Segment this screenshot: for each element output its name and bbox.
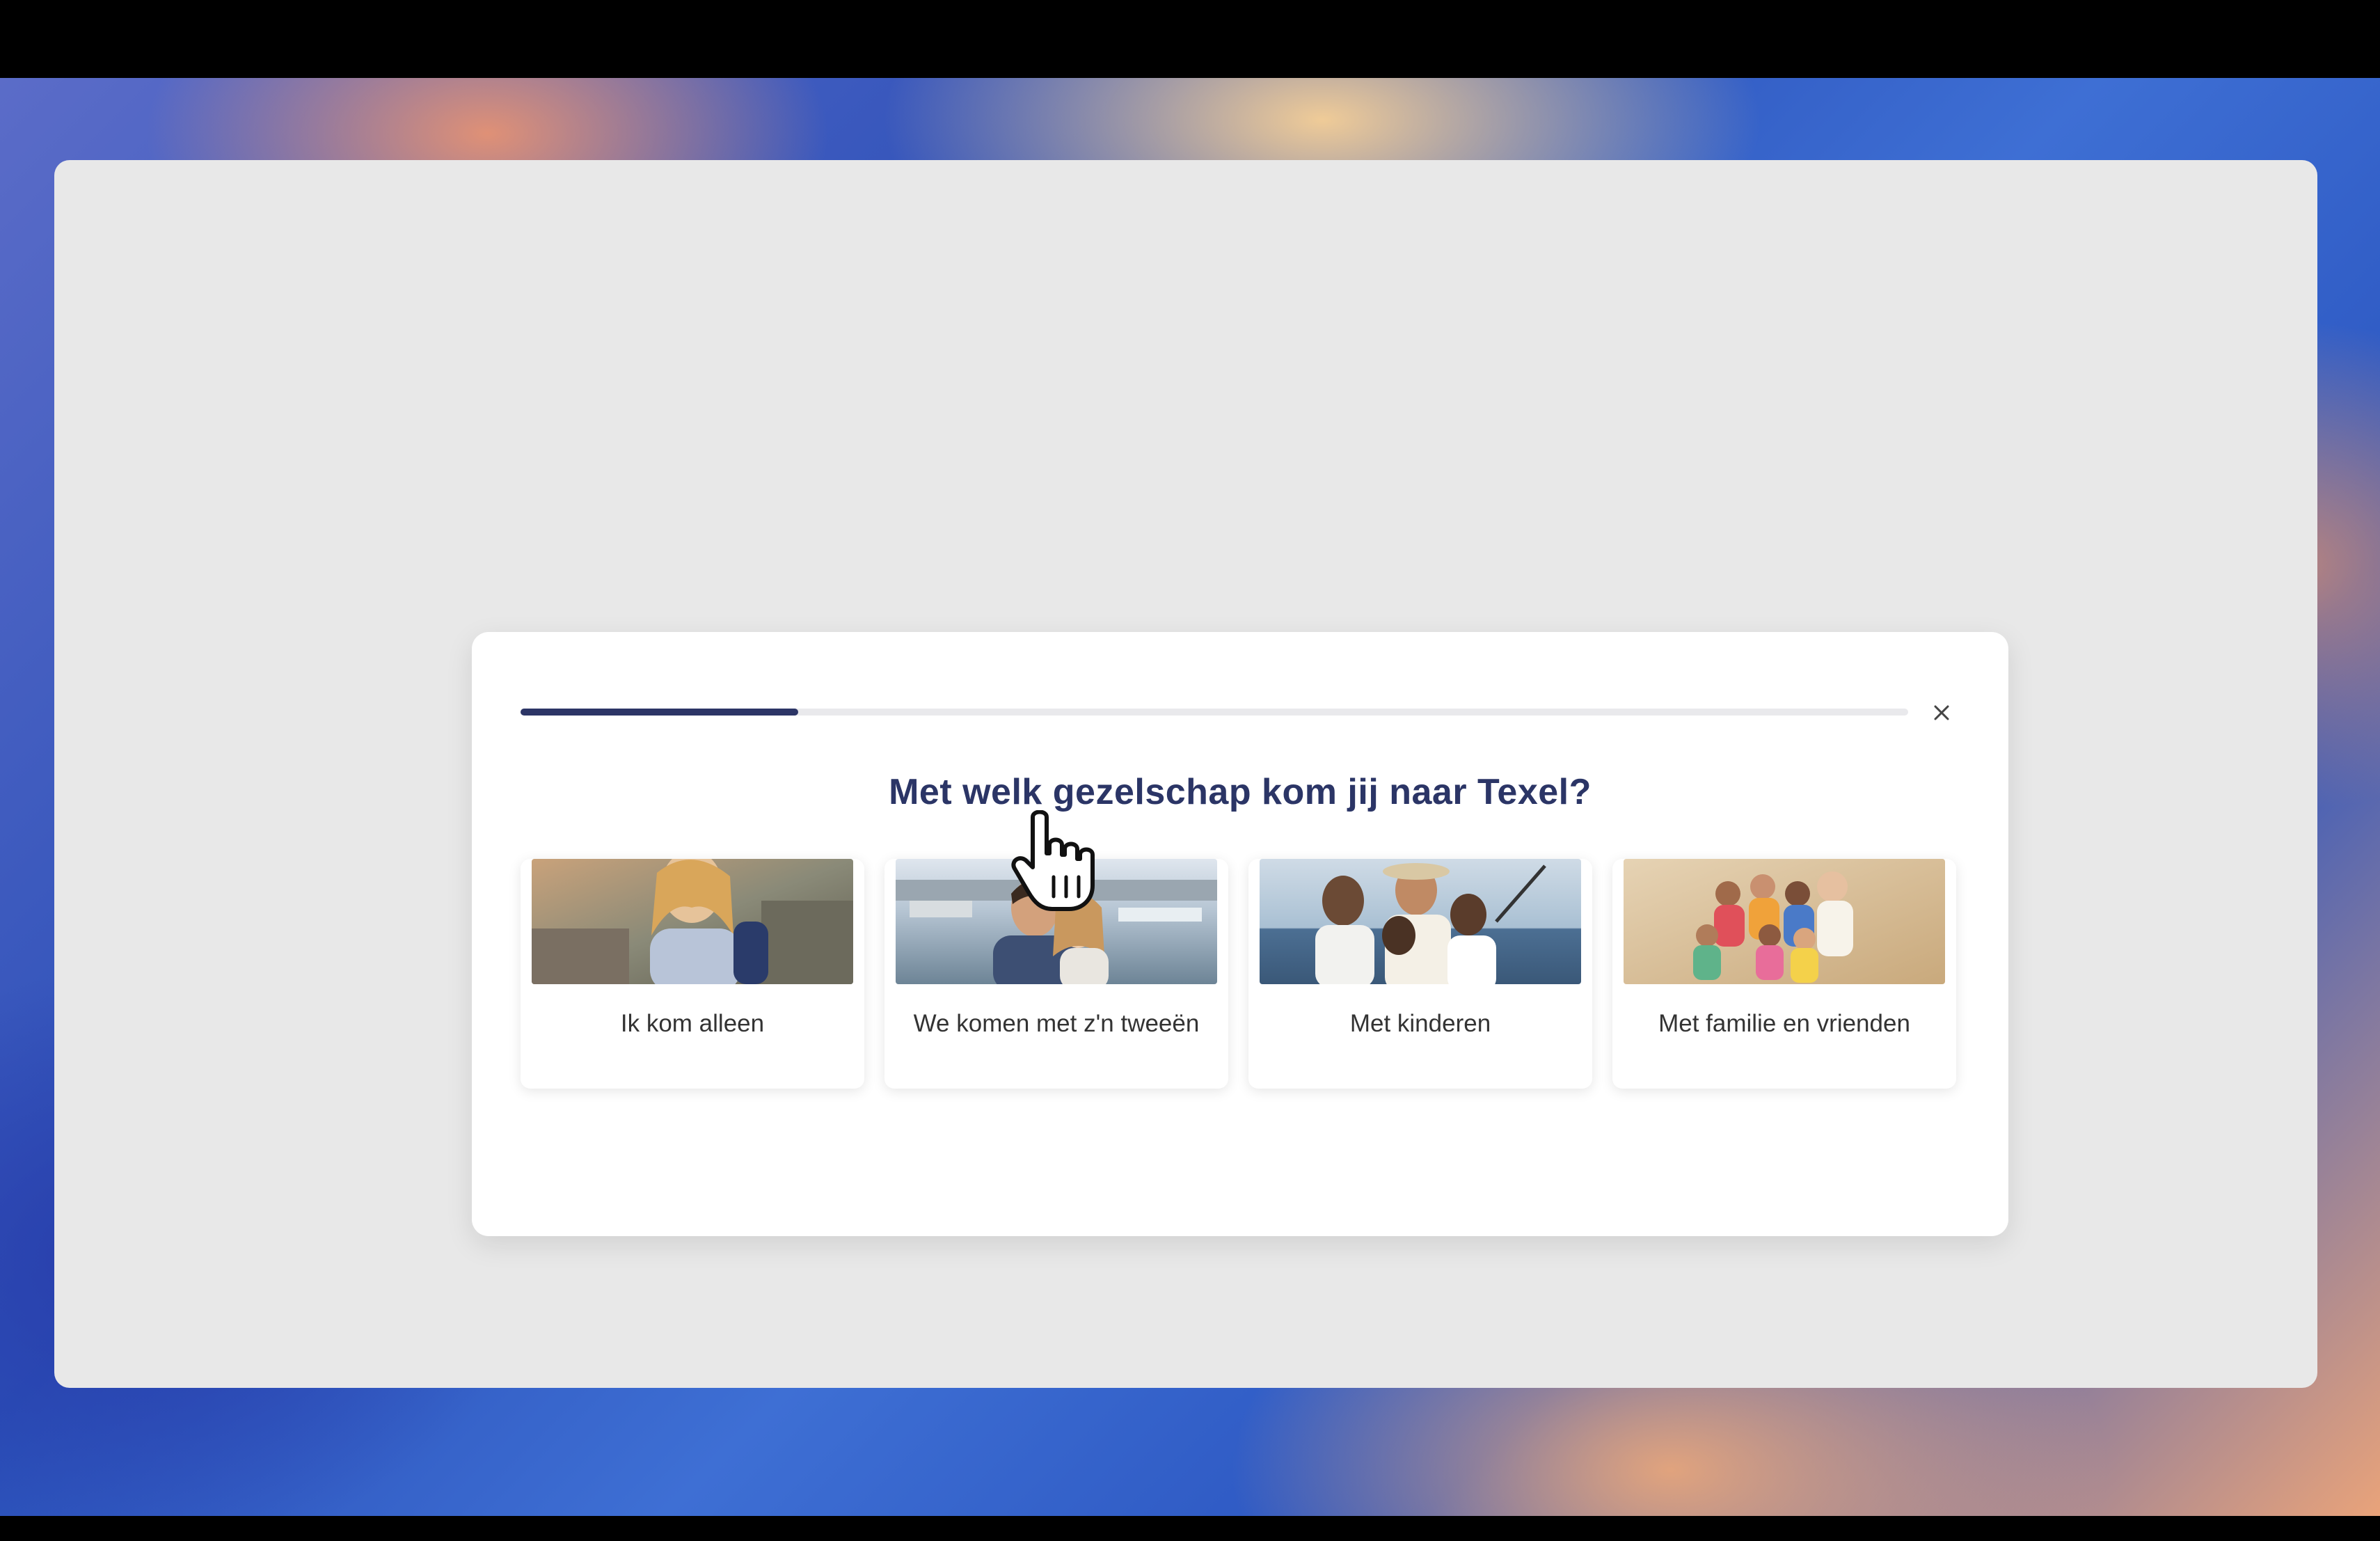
- questionnaire-modal: Met welk gezelschap kom jij naar Texel?: [472, 632, 2008, 1236]
- solo-traveler-photo: [532, 859, 853, 984]
- option-card-alone[interactable]: Ik kom alleen: [521, 859, 864, 1089]
- option-card-family-friends[interactable]: Met familie en vrienden: [1612, 859, 1956, 1089]
- close-icon: [1934, 705, 1949, 720]
- option-label: Ik kom alleen: [620, 1010, 765, 1037]
- close-button[interactable]: [1922, 693, 1961, 732]
- bottom-black-bar: [0, 1516, 2380, 1541]
- top-black-bar: [0, 0, 2380, 78]
- progress-bar-fill: [521, 709, 798, 716]
- family-with-kids-photo: [1260, 859, 1581, 984]
- question-title: Met welk gezelschap kom jij naar Texel?: [889, 772, 1592, 812]
- option-label: We komen met z'n tweeën: [913, 1010, 1200, 1037]
- hand-pointer-icon: [1011, 810, 1095, 911]
- group-friends-beach-photo: [1624, 859, 1945, 984]
- option-card-kids[interactable]: Met kinderen: [1248, 859, 1592, 1089]
- app-window: Met welk gezelschap kom jij naar Texel?: [54, 160, 2317, 1388]
- progress-bar: [521, 709, 1908, 716]
- option-label: Met kinderen: [1349, 1010, 1491, 1037]
- option-label: Met familie en vrienden: [1658, 1010, 1910, 1037]
